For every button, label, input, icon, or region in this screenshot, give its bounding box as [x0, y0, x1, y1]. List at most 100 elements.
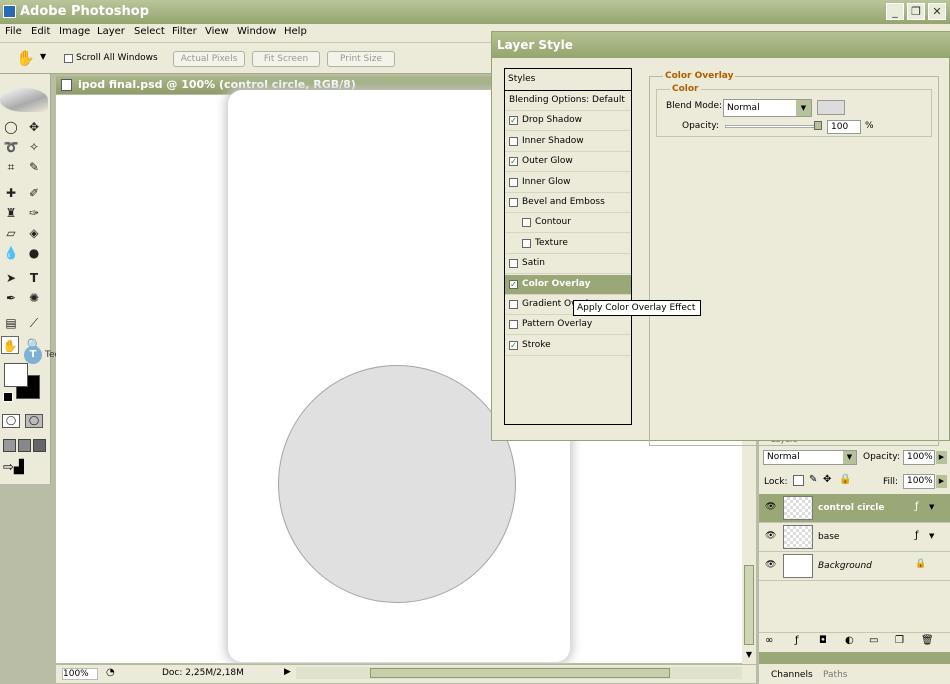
- scroll-down-icon[interactable]: ▼: [743, 650, 755, 662]
- layer-blend-mode-select[interactable]: Normal ▼: [763, 450, 857, 465]
- pen-tool-icon[interactable]: ✒: [2, 289, 20, 307]
- horizontal-scroll-thumb[interactable]: [370, 668, 670, 678]
- print-size-button[interactable]: Print Size: [327, 51, 395, 67]
- default-colors-icon[interactable]: [3, 392, 13, 402]
- menu-edit[interactable]: Edit: [31, 26, 50, 37]
- style-item-satin[interactable]: Satin: [505, 254, 631, 275]
- lock-transparent-icon[interactable]: [793, 475, 804, 486]
- lock-brush-icon[interactable]: ✎: [809, 474, 817, 485]
- add-style-icon[interactable]: ƒ: [795, 635, 799, 646]
- menu-window[interactable]: Window: [237, 26, 276, 37]
- screen-mode-full-icon[interactable]: [33, 439, 46, 452]
- layer-effects-icon[interactable]: ƒ: [915, 530, 919, 541]
- jump-to-imageready-icon[interactable]: ⇨▟: [3, 460, 41, 476]
- style-item-stroke[interactable]: ✓ Stroke: [505, 336, 631, 356]
- tab-channels[interactable]: Channels: [771, 670, 813, 680]
- dodge-tool-icon[interactable]: ●: [25, 244, 43, 262]
- opacity-input[interactable]: 100: [827, 120, 861, 134]
- link-layers-icon[interactable]: ∞: [765, 635, 773, 646]
- menu-image[interactable]: Image: [59, 26, 90, 37]
- restore-button[interactable]: ❐: [907, 3, 925, 20]
- crop-tool-icon[interactable]: ⌗: [2, 158, 20, 176]
- tab-paths[interactable]: Paths: [823, 670, 847, 680]
- eye-icon[interactable]: 👁: [765, 560, 776, 570]
- style-checkbox[interactable]: [509, 320, 518, 330]
- history-brush-tool-icon[interactable]: ✑: [25, 204, 43, 222]
- blend-mode-select[interactable]: Normal ▼: [723, 99, 812, 117]
- blur-tool-icon[interactable]: 💧: [2, 244, 20, 262]
- screen-mode-full-menu-icon[interactable]: [18, 439, 31, 452]
- menu-filter[interactable]: Filter: [172, 26, 197, 37]
- screen-mode-standard-icon[interactable]: [3, 439, 16, 452]
- fill-slider-arrow-icon[interactable]: ▶: [936, 475, 947, 488]
- path-selection-tool-icon[interactable]: ➤: [2, 269, 20, 287]
- lock-move-icon[interactable]: ✥: [823, 474, 831, 485]
- lock-all-icon[interactable]: 🔒: [839, 474, 851, 485]
- style-checkbox[interactable]: [509, 177, 518, 187]
- menu-help[interactable]: Help: [284, 26, 307, 37]
- layer-opacity-input[interactable]: 100%: [903, 450, 935, 465]
- layer-effects-icon[interactable]: ƒ: [915, 501, 919, 512]
- foreground-color-swatch[interactable]: [4, 363, 28, 387]
- style-checkbox[interactable]: [509, 198, 518, 207]
- dialog-title-bar[interactable]: Layer Style: [492, 32, 950, 58]
- chevron-down-icon[interactable]: ▼: [929, 503, 934, 511]
- fit-screen-button[interactable]: Fit Screen: [252, 51, 320, 67]
- quick-mask-mode-icon[interactable]: ◯: [25, 414, 43, 428]
- menu-file[interactable]: File: [5, 26, 22, 37]
- style-item-color-overlay[interactable]: ✓ Color Overlay: [505, 274, 631, 295]
- hand-tool-preset-icon[interactable]: ✋: [16, 49, 35, 67]
- zoom-level[interactable]: 100%: [62, 668, 98, 680]
- eye-icon[interactable]: 👁: [765, 531, 776, 541]
- brush-tool-icon[interactable]: ✐: [25, 184, 43, 202]
- healing-brush-tool-icon[interactable]: ✚: [2, 184, 20, 202]
- notes-tool-icon[interactable]: ▤: [2, 314, 20, 332]
- opacity-slider-arrow-icon[interactable]: ▶: [936, 451, 947, 464]
- adjustment-layer-icon[interactable]: ◐: [845, 635, 854, 646]
- layer-row-base[interactable]: 👁 base ƒ ▼: [759, 523, 950, 552]
- scroll-thumb[interactable]: [744, 565, 754, 645]
- menu-layer[interactable]: Layer: [97, 26, 125, 37]
- standard-mode-icon[interactable]: ◯: [2, 414, 20, 428]
- scroll-all-windows-checkbox[interactable]: [64, 54, 73, 63]
- style-item-inner-shadow[interactable]: Inner Shadow: [505, 132, 631, 152]
- hand-tool-icon[interactable]: ✋: [1, 336, 19, 354]
- close-button[interactable]: ✕: [928, 3, 946, 20]
- menu-select[interactable]: Select: [134, 26, 165, 37]
- style-item-bevel-and-emboss[interactable]: Bevel and Emboss: [505, 193, 631, 213]
- style-checkbox[interactable]: [522, 218, 531, 228]
- chevron-down-icon[interactable]: ▼: [40, 52, 46, 61]
- new-group-icon[interactable]: ▭: [869, 635, 878, 646]
- opacity-slider-thumb[interactable]: [814, 121, 822, 130]
- overlay-color-swatch[interactable]: [817, 100, 845, 115]
- new-layer-icon[interactable]: ❐: [895, 635, 904, 646]
- status-info-icon[interactable]: ◔: [106, 667, 115, 678]
- fill-input[interactable]: 100%: [903, 474, 935, 489]
- custom-shape-tool-icon[interactable]: ✺: [25, 289, 43, 307]
- eraser-tool-icon[interactable]: ▱: [2, 224, 20, 242]
- horizontal-scrollbar[interactable]: [296, 667, 742, 679]
- layer-row-background[interactable]: 👁 Background 🔒: [759, 552, 950, 581]
- style-checkbox[interactable]: ✓: [509, 116, 518, 126]
- style-item-inner-glow[interactable]: Inner Glow: [505, 173, 631, 193]
- style-item-outer-glow[interactable]: ✓ Outer Glow: [505, 152, 631, 173]
- slice-tool-icon[interactable]: ✎: [25, 158, 43, 176]
- lasso-tool-icon[interactable]: ➰: [2, 138, 20, 156]
- layer-name[interactable]: base: [818, 532, 839, 542]
- opacity-slider-track[interactable]: [725, 125, 821, 128]
- styles-header[interactable]: Styles: [505, 69, 631, 91]
- eyedropper-tool-icon[interactable]: ⟋: [25, 314, 43, 332]
- layer-name[interactable]: control circle: [818, 503, 884, 513]
- paint-bucket-tool-icon[interactable]: ◈: [25, 224, 43, 242]
- style-item-contour[interactable]: Contour: [505, 213, 631, 234]
- add-mask-icon[interactable]: ◘: [819, 635, 827, 646]
- magic-wand-tool-icon[interactable]: ✧: [25, 138, 43, 156]
- style-checkbox[interactable]: [522, 238, 531, 248]
- style-item-pattern-overlay[interactable]: Pattern Overlay: [505, 315, 631, 336]
- marquee-tool-icon[interactable]: ◯: [2, 118, 20, 136]
- actual-pixels-button[interactable]: Actual Pixels: [173, 51, 245, 67]
- style-checkbox[interactable]: [509, 300, 518, 309]
- style-checkbox[interactable]: [509, 136, 518, 146]
- style-item-drop-shadow[interactable]: ✓ Drop Shadow: [505, 111, 631, 132]
- minimize-button[interactable]: _: [886, 3, 904, 20]
